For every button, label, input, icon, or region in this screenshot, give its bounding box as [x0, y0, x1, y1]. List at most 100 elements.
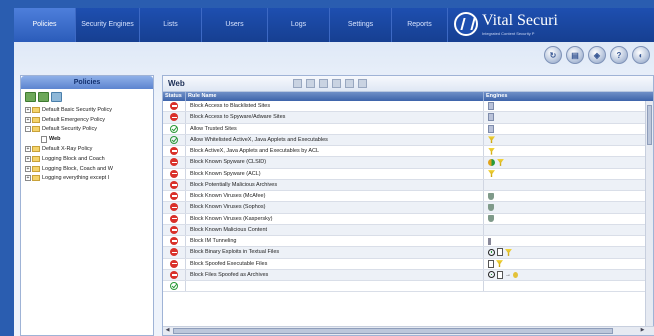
tree-item[interactable]: Web — [25, 134, 153, 144]
status-cell[interactable] — [163, 281, 186, 292]
block-status-icon[interactable] — [170, 102, 178, 111]
status-cell[interactable] — [163, 247, 186, 258]
status-cell[interactable] — [163, 191, 186, 202]
table-row[interactable]: Block Known Malicious Content — [163, 224, 653, 236]
table-row[interactable]: Block Spoofed Executable Files — [163, 258, 653, 270]
table-row[interactable]: Block IM Tunneling — [163, 236, 653, 248]
block-status-icon[interactable] — [170, 203, 178, 212]
status-cell[interactable] — [163, 224, 186, 235]
block-status-icon[interactable] — [170, 158, 178, 167]
rule-name-cell[interactable]: Block Known Malicious Content — [186, 224, 484, 235]
rule-name-cell[interactable]: Block Files Spoofed as Archives — [186, 269, 484, 280]
block-status-icon[interactable] — [170, 169, 178, 178]
status-cell[interactable] — [163, 168, 186, 179]
rule-name-cell[interactable]: Block Known Viruses (Kaspersky) — [186, 213, 484, 224]
rule-name-cell[interactable]: Block Known Spyware (ACL) — [186, 168, 484, 179]
rule-name-cell[interactable] — [186, 281, 484, 292]
rule-name-cell[interactable]: Block Potentially Malicious Archives — [186, 179, 484, 190]
tree-item[interactable]: + Logging Block, Coach and W — [25, 164, 153, 174]
status-cell[interactable] — [163, 123, 186, 134]
horizontal-scroll-thumb[interactable] — [173, 328, 613, 334]
block-status-icon[interactable] — [170, 214, 178, 223]
block-status-icon[interactable] — [170, 237, 178, 246]
expand-icon[interactable]: + — [25, 146, 31, 153]
block-status-icon[interactable] — [170, 270, 178, 279]
table-row[interactable]: Block Potentially Malicious Archives — [163, 179, 653, 191]
rule-name-cell[interactable]: Block Known Viruses (McAfee) — [186, 191, 484, 202]
nav-tab-settings[interactable]: Settings — [330, 8, 392, 42]
vertical-scrollbar[interactable] — [645, 101, 653, 328]
status-cell[interactable] — [163, 236, 186, 247]
tree-item[interactable]: + Default Emergency Policy — [25, 115, 153, 125]
status-cell[interactable] — [163, 101, 186, 112]
table-row[interactable]: Block Known Viruses (Sophos) — [163, 202, 653, 214]
collapse-icon[interactable]: - — [25, 126, 31, 133]
column-rule-name[interactable]: Rule Name — [186, 92, 484, 101]
tree-item[interactable]: + Default Basic Security Policy — [25, 105, 153, 115]
tree-item[interactable]: + Logging Block and Coach — [25, 154, 153, 164]
table-row[interactable]: Block Known Spyware (CLSID) — [163, 157, 653, 169]
rule-name-cell[interactable]: Allow Trusted Sites — [186, 123, 484, 134]
table-row[interactable]: Block Known Viruses (McAfee) — [163, 191, 653, 203]
horizontal-scrollbar[interactable]: ◀ ▶ — [163, 326, 654, 335]
table-row[interactable]: Allow Whitelisted ActiveX, Java Applets … — [163, 134, 653, 146]
nav-tab-security-engines[interactable]: Security Engines — [76, 8, 140, 42]
expand-icon[interactable]: + — [25, 165, 31, 172]
status-cell[interactable] — [163, 213, 186, 224]
tree-item[interactable]: + Default X-Ray Policy — [25, 144, 153, 154]
expand-icon[interactable]: + — [25, 106, 31, 113]
expand-icon[interactable]: + — [25, 155, 31, 162]
delete-rule-icon[interactable] — [358, 79, 367, 88]
block-status-icon[interactable] — [170, 248, 178, 257]
move-down-icon[interactable] — [345, 79, 354, 88]
status-cell[interactable] — [163, 269, 186, 280]
rule-name-cell[interactable]: Allow Whitelisted ActiveX, Java Applets … — [186, 134, 484, 145]
block-status-icon[interactable] — [170, 192, 178, 201]
table-row[interactable]: Block Access to Blacklisted Sites — [163, 101, 653, 113]
table-row[interactable]: Block Access to Spyware/Adware Sites — [163, 112, 653, 124]
save-icon[interactable] — [293, 79, 302, 88]
allow-status-icon[interactable] — [170, 282, 178, 291]
nav-tab-policies[interactable]: Policies — [14, 8, 76, 42]
expand-icon[interactable]: + — [25, 116, 31, 123]
status-cell[interactable] — [163, 202, 186, 213]
table-row[interactable]: Block Binary Exploits in Textual Files — [163, 247, 653, 259]
shield-check-icon[interactable]: ◈ — [588, 46, 606, 64]
nav-tab-users[interactable]: Users — [202, 8, 268, 42]
block-status-icon[interactable] — [170, 180, 178, 189]
block-status-icon[interactable] — [170, 225, 178, 234]
rule-name-cell[interactable]: Block Access to Spyware/Adware Sites — [186, 112, 484, 123]
add-policy-icon[interactable] — [25, 92, 36, 102]
table-row[interactable]: Block Files Spoofed as Archives → — [163, 269, 653, 281]
delete-policy-icon[interactable] — [51, 92, 62, 102]
help-icon[interactable]: ? — [610, 46, 628, 64]
status-cell[interactable] — [163, 112, 186, 123]
rule-name-cell[interactable]: Block Known Spyware (CLSID) — [186, 157, 484, 168]
rule-name-cell[interactable]: Block Known Viruses (Sophos) — [186, 202, 484, 213]
rule-name-cell[interactable]: Block IM Tunneling — [186, 236, 484, 247]
scroll-left-icon[interactable]: ◀ — [164, 327, 171, 334]
block-status-icon[interactable] — [170, 259, 178, 268]
refresh-icon[interactable]: ↻ — [544, 46, 562, 64]
status-cell[interactable] — [163, 157, 186, 168]
column-status[interactable]: Status — [163, 92, 186, 101]
edit-rule-icon[interactable] — [319, 79, 328, 88]
add-rule-icon[interactable] — [306, 79, 315, 88]
duplicate-policy-icon[interactable] — [38, 92, 49, 102]
status-cell[interactable] — [163, 146, 186, 157]
rule-name-cell[interactable]: Block Access to Blacklisted Sites — [186, 101, 484, 112]
vertical-scroll-thumb[interactable] — [647, 105, 652, 145]
status-cell[interactable] — [163, 179, 186, 190]
tree-item[interactable]: + Logging everything except I — [25, 174, 153, 184]
rule-name-cell[interactable]: Block Spoofed Executable Files — [186, 258, 484, 269]
nav-tab-logs[interactable]: Logs — [268, 8, 330, 42]
tree-item[interactable]: - Default Security Policy — [25, 125, 153, 135]
scroll-right-icon[interactable]: ▶ — [639, 327, 646, 334]
table-row[interactable]: Allow Trusted Sites — [163, 123, 653, 135]
table-row[interactable]: Block Known Viruses (Kaspersky) — [163, 213, 653, 225]
logout-icon[interactable]: ◐ — [632, 46, 650, 64]
table-row[interactable]: Block Known Spyware (ACL) — [163, 168, 653, 180]
status-cell[interactable] — [163, 134, 186, 145]
move-up-icon[interactable] — [332, 79, 341, 88]
allow-status-icon[interactable] — [170, 124, 178, 133]
